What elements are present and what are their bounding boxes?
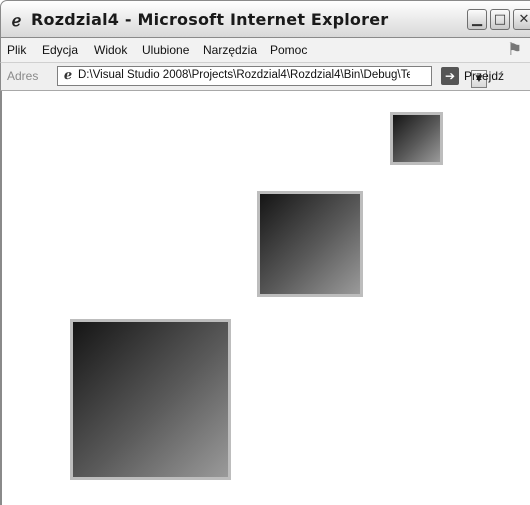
page-content [0,91,530,505]
address-input[interactable]: ℯ D:\Visual Studio 2008\Projects\Rozdzia… [57,66,487,88]
maximize-button[interactable]: □ [490,9,510,30]
address-url[interactable]: D:\Visual Studio 2008\Projects\Rozdzial4… [78,69,410,81]
menu-item-pomoc[interactable]: Pomoc [270,43,307,57]
medium-gradient-square [257,191,363,297]
go-arrow-icon[interactable]: ➔ [441,67,459,85]
title-bar[interactable]: ℯ Rozdzial4 - Microsoft Internet Explore… [0,0,530,38]
close-icon: ✕ [518,12,530,27]
small-gradient-square [390,112,443,165]
large-gradient-square [70,319,231,480]
address-label: Adres [7,69,39,83]
menu-item-plik[interactable]: Plik [7,43,26,57]
minimize-icon: ▁ [472,12,482,27]
menu-item-widok[interactable]: Widok [94,43,127,57]
menu-bar: Plik Edycja Widok Ulubione Narzędzia Pom… [0,38,530,63]
window-title: Rozdzial4 - Microsoft Internet Explorer [31,10,389,29]
ie-icon: ℯ [11,11,22,30]
maximize-icon: □ [493,12,507,27]
go-button-label[interactable]: Przejdź [464,69,504,83]
address-bar: Adres ℯ D:\Visual Studio 2008\Projects\R… [0,63,530,91]
windows-flag-icon: ⚑ [507,40,523,60]
page-icon: ℯ [63,68,73,83]
menu-item-edycja[interactable]: Edycja [42,43,78,57]
browser-window: ℯ Rozdzial4 - Microsoft Internet Explore… [0,0,530,505]
close-button[interactable]: ✕ [513,9,530,30]
menu-item-ulubione[interactable]: Ulubione [142,43,189,57]
menu-item-narzedzia[interactable]: Narzędzia [203,43,257,57]
minimize-button[interactable]: ▁ [467,9,487,30]
